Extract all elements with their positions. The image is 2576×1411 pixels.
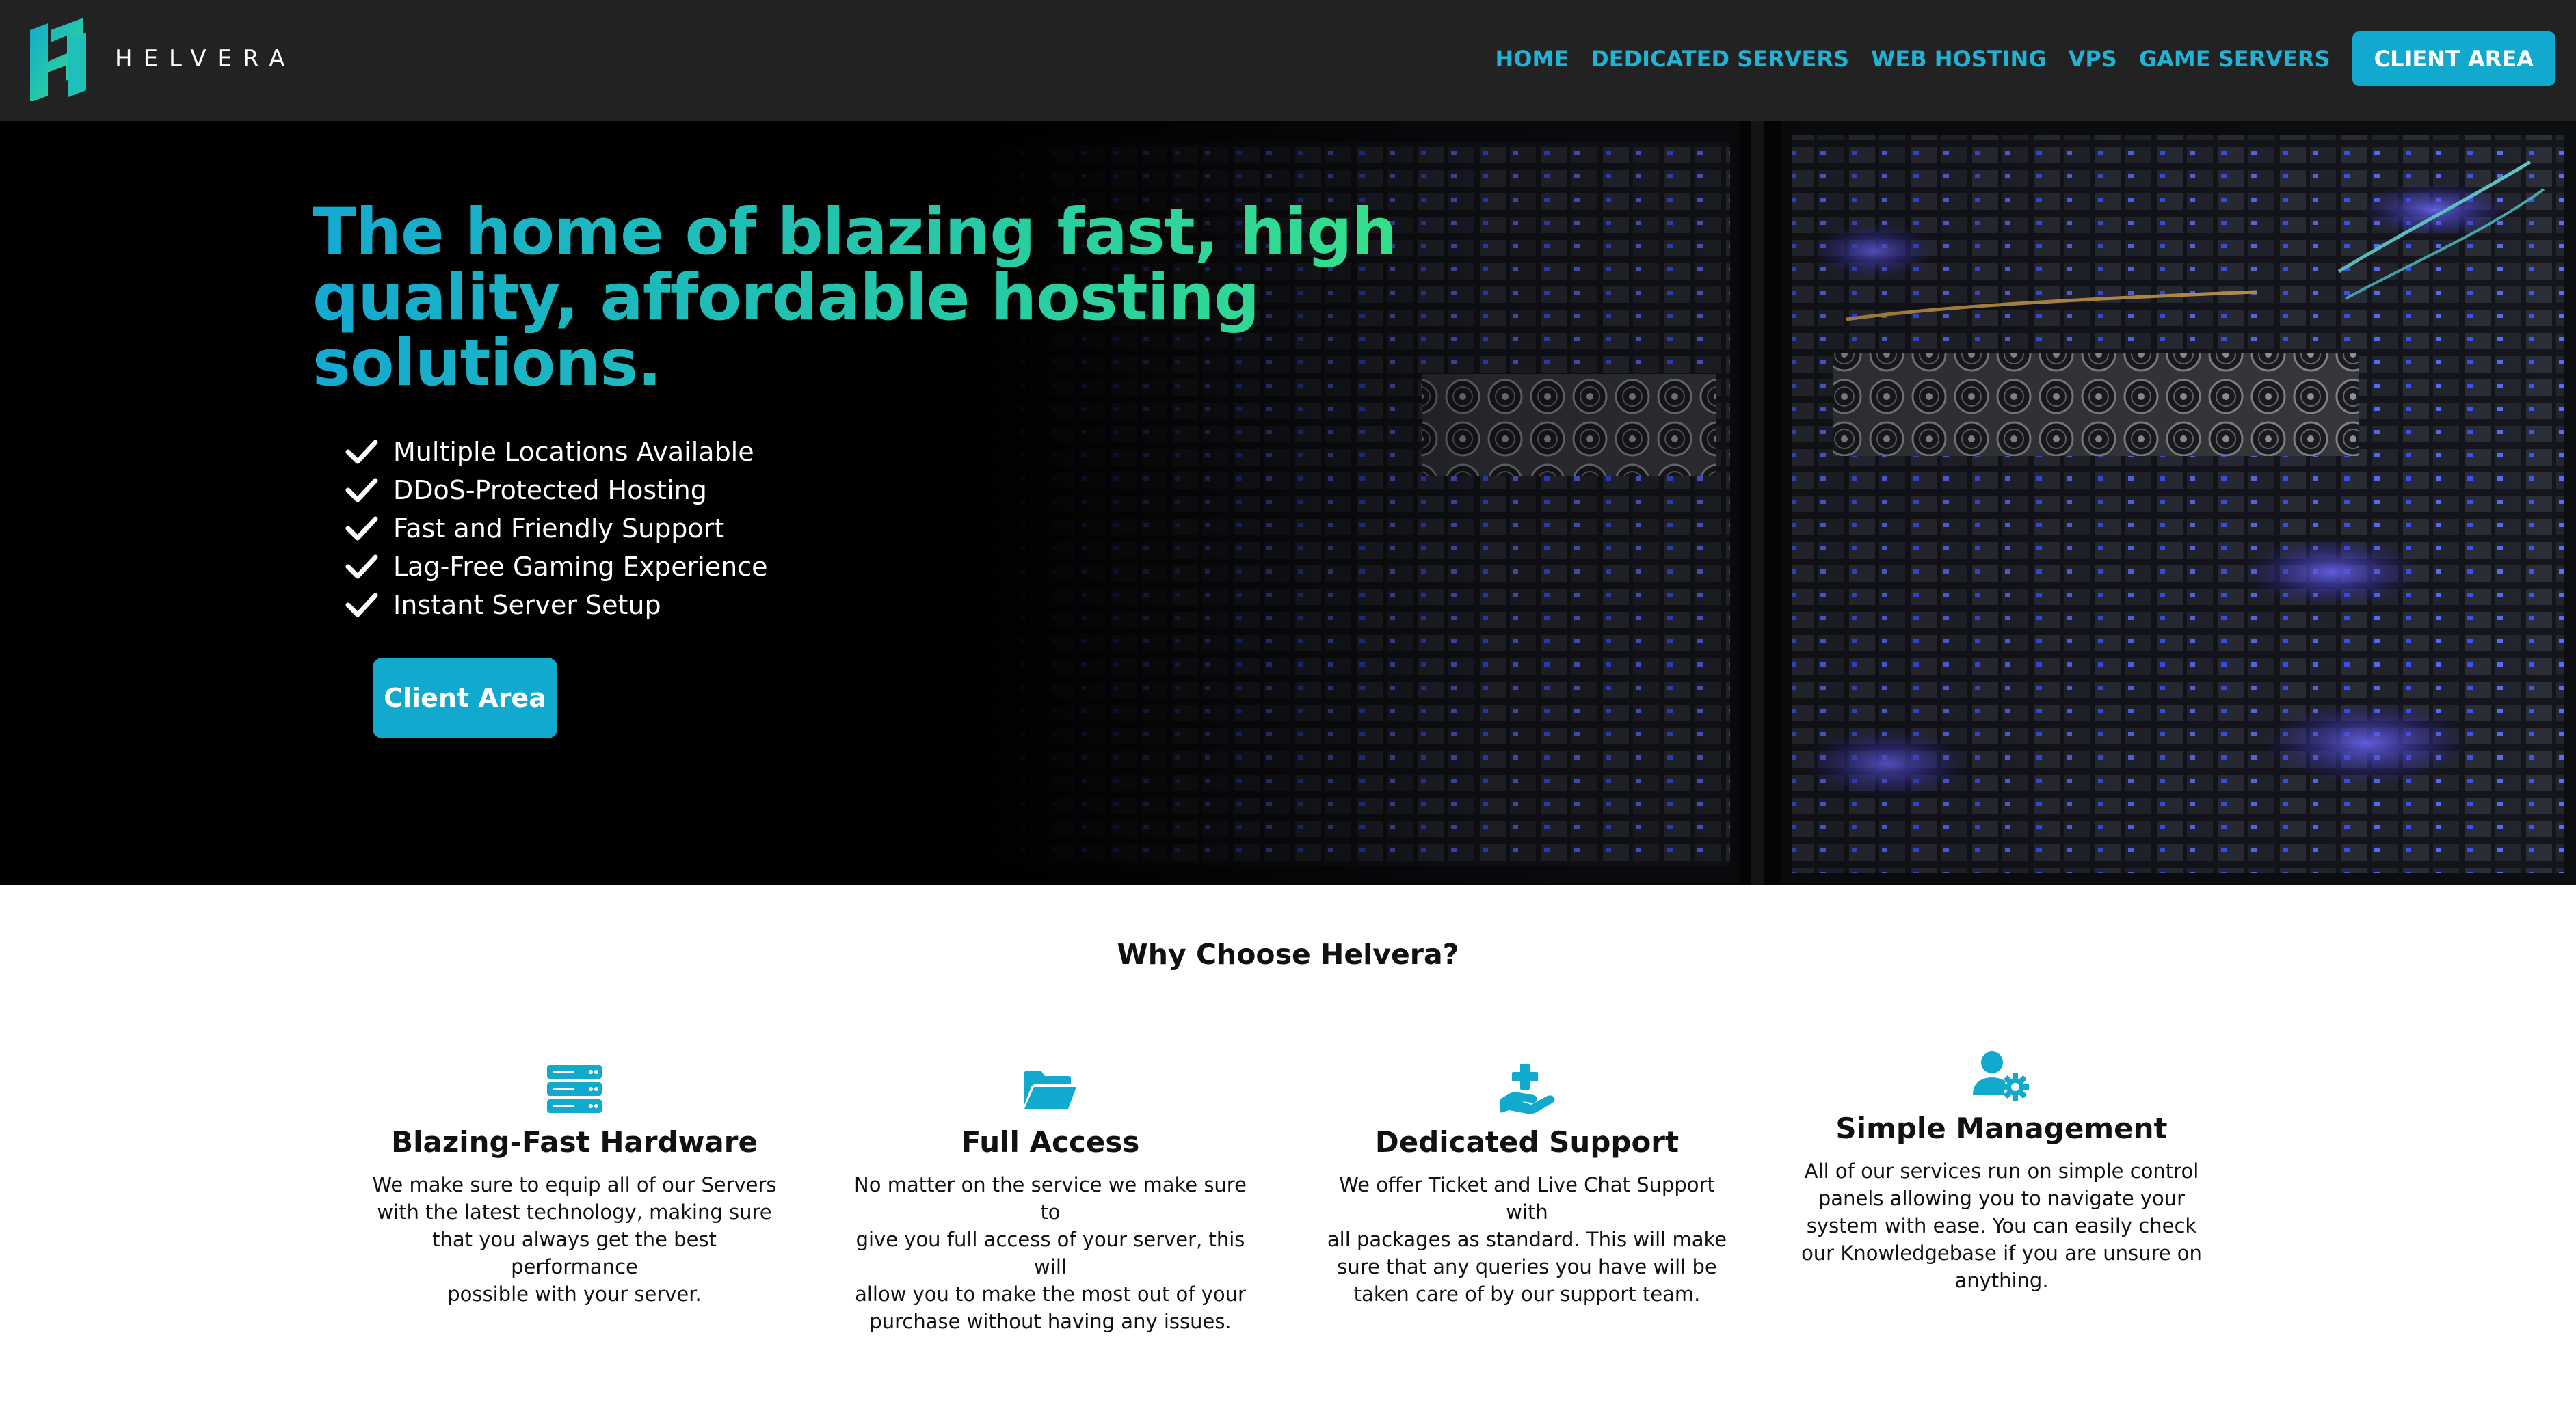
card-title: Dedicated Support	[1375, 1125, 1679, 1159]
card-description-line: sure that any queries you have will be	[1337, 1255, 1717, 1278]
card-description-line: anything.	[1954, 1269, 2049, 1292]
card-description-line: possible with your server.	[447, 1282, 702, 1306]
card-description-line: purchase without having any issues.	[869, 1310, 1232, 1333]
card-description-line: that you always get the best performance	[432, 1228, 717, 1278]
user-gear-icon	[1973, 1051, 2029, 1101]
feature-text: Lag-Free Gaming Experience	[393, 552, 768, 582]
card-description-line: allow you to make the most out of your	[855, 1282, 1246, 1306]
card-title: Simple Management	[1835, 1112, 2168, 1145]
brand-logo[interactable]: HELVERA	[21, 16, 296, 101]
card-description: No matter on the service we make sure to…	[845, 1171, 1256, 1335]
card-description-line: We offer Ticket and Live Chat Support wi…	[1339, 1173, 1715, 1224]
card-description: All of our services run on simple contro…	[1800, 1157, 2203, 1294]
feature-list: Multiple Locations Available DDoS-Protec…	[345, 433, 768, 624]
check-icon	[345, 440, 378, 464]
nav-dedicated-servers[interactable]: DEDICATED SERVERS	[1591, 46, 1849, 72]
hero-section: The home of blazing fast, high quality, …	[0, 121, 2576, 885]
feature-text: Instant Server Setup	[393, 590, 661, 620]
card-description-line: We make sure to equip all of our Servers	[372, 1173, 777, 1196]
feature-text: Fast and Friendly Support	[393, 513, 725, 543]
feature-item: Lag-Free Gaming Experience	[345, 548, 768, 586]
main-nav: HOME DEDICATED SERVERS WEB HOSTING VPS G…	[1495, 31, 2555, 86]
server-stack-icon	[547, 1065, 602, 1113]
nav-game-servers[interactable]: GAME SERVERS	[2139, 46, 2331, 72]
card-description-line: system with ease. You can easily check	[1806, 1214, 2197, 1237]
brand-name: HELVERA	[115, 45, 296, 72]
helvera-logo-icon	[30, 18, 86, 101]
feature-card-hardware: Blazing-Fast Hardware We make sure to eq…	[362, 1064, 786, 1308]
feature-card-support: Dedicated Support We offer Ticket and Li…	[1315, 1064, 1739, 1308]
feature-item: Multiple Locations Available	[345, 433, 768, 471]
card-description-line: give you full access of your server, thi…	[855, 1228, 1245, 1278]
hero-title-line: solutions.	[313, 326, 661, 401]
feature-item: Fast and Friendly Support	[345, 509, 768, 548]
card-description-line: panels allowing you to navigate your	[1818, 1187, 2186, 1210]
card-description-line: with the latest technology, making sure	[377, 1200, 772, 1224]
card-title: Blazing-Fast Hardware	[391, 1125, 758, 1159]
nav-web-hosting[interactable]: WEB HOSTING	[1871, 46, 2047, 72]
feature-item: Instant Server Setup	[345, 586, 768, 624]
feature-text: DDoS-Protected Hosting	[393, 475, 707, 505]
card-description: We offer Ticket and Live Chat Support wi…	[1322, 1171, 1732, 1308]
check-icon	[345, 554, 378, 579]
card-title: Full Access	[961, 1125, 1140, 1159]
card-description-line: All of our services run on simple contro…	[1804, 1159, 2199, 1183]
feature-card-access: Full Access No matter on the service we …	[838, 1064, 1262, 1335]
feature-text: Multiple Locations Available	[393, 437, 754, 467]
feature-card-management: Simple Management All of our services ru…	[1790, 1050, 2214, 1294]
nav-vps[interactable]: VPS	[2069, 46, 2117, 72]
client-area-hero-button[interactable]: Client Area	[373, 658, 557, 738]
nav-home[interactable]: HOME	[1495, 46, 1569, 72]
card-description-line: our Knowledgebase if you are unsure on	[1801, 1241, 2202, 1265]
feature-item: DDoS-Protected Hosting	[345, 471, 768, 509]
site-header: HELVERA HOME DEDICATED SERVERS WEB HOSTI…	[0, 0, 2576, 121]
client-area-nav-button[interactable]: CLIENT AREA	[2352, 31, 2555, 86]
card-description-line: No matter on the service we make sure to	[854, 1173, 1247, 1224]
check-icon	[345, 516, 378, 541]
card-description-line: taken care of by our support team.	[1353, 1282, 1701, 1306]
hero-title: The home of blazing fast, high quality, …	[313, 200, 1407, 397]
hero-title-line: quality, affordable hosting	[313, 260, 1260, 335]
card-description-line: all packages as standard. This will make	[1327, 1228, 1727, 1251]
check-icon	[345, 593, 378, 617]
hand-medical-icon	[1500, 1064, 1555, 1114]
check-icon	[345, 478, 378, 502]
why-section-title: Why Choose Helvera?	[1117, 938, 1459, 971]
card-description: We make sure to equip all of our Servers…	[369, 1171, 780, 1308]
hero-title-line: The home of blazing fast, high	[313, 195, 1397, 269]
folder-open-icon	[1024, 1071, 1076, 1109]
